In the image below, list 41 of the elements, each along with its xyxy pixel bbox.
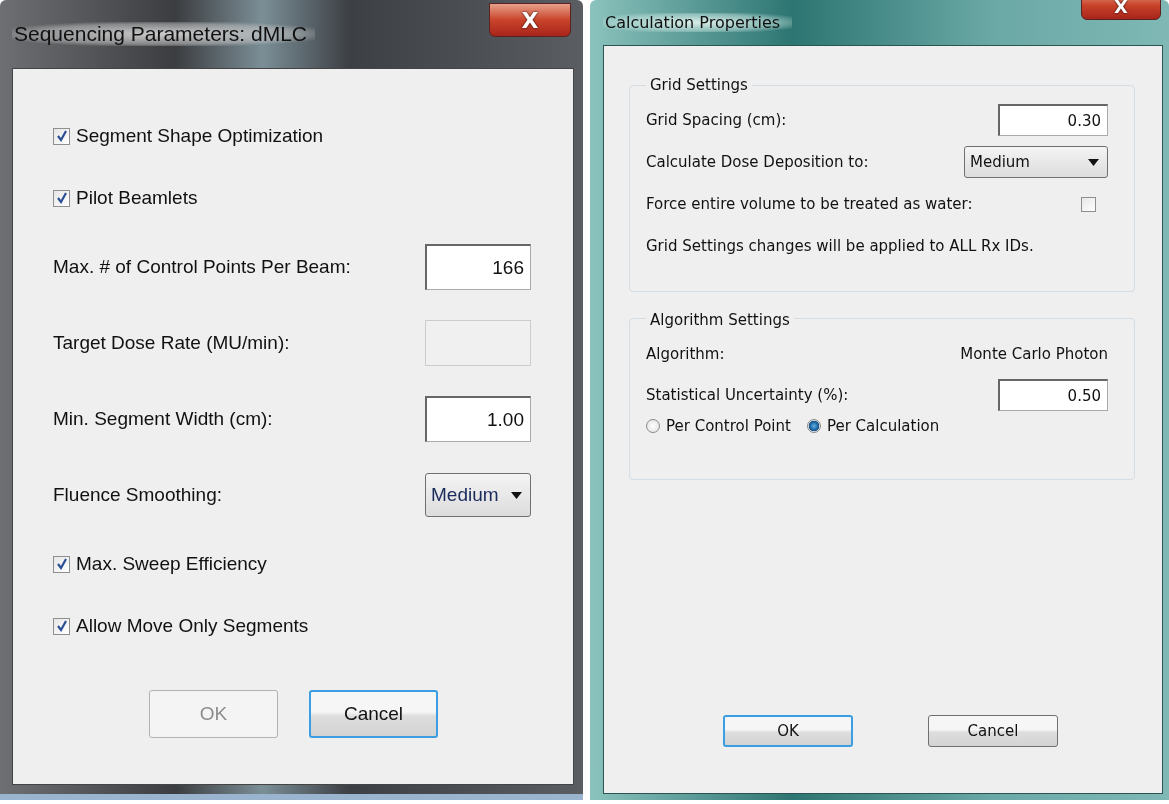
checkbox[interactable] [53,555,70,573]
checkbox-label: Max. Sweep Efficiency [76,553,267,575]
caret-icon [511,491,522,499]
checkbox[interactable] [53,127,70,145]
group-title: Algorithm Settings [646,311,794,329]
checkbox[interactable] [53,617,70,635]
checkbox[interactable] [1081,196,1096,212]
input-field[interactable]: 0.30 [998,104,1108,136]
field-label: Grid Spacing (cm): [646,111,787,129]
window-title: Sequencing Parameters: dMLC [12,22,315,46]
input-field[interactable]: 166 [425,244,531,290]
field-label: Fluence Smoothing: [53,484,222,506]
radio-button[interactable] [646,419,660,433]
field-label: Target Dose Rate (MU/min): [53,332,290,354]
radio-label: Per Control Point [666,417,791,435]
group-title: Grid Settings [646,76,752,94]
default-button[interactable]: OK [723,715,853,747]
note-text: Grid Settings changes will be applied to ALL Rx IDs. [646,237,1034,255]
checkbox-label: Allow Move Only Segments [76,615,309,637]
input-field[interactable]: 1.00 [425,396,531,442]
field-label: Calculate Dose Deposition to: [646,153,869,171]
close-button[interactable]: X [489,3,571,37]
field-label: Min. Segment Width (cm): [53,408,273,430]
radio-button[interactable] [806,419,821,433]
field-label: Statistical Uncertainty (%): [646,386,849,404]
radio-label: Per Calculation [826,417,940,435]
checkbox-label: Force entire volume to be treated as water: [646,195,973,213]
window-title: Calculation Properties [603,13,793,32]
checkbox[interactable] [53,189,70,207]
input-field[interactable]: 0.50 [998,379,1108,411]
dropdown[interactable]: Medium [964,146,1108,178]
checkbox-label: Pilot Beamlets [76,187,198,209]
dialog-button[interactable]: Cancel [928,715,1058,747]
field-label: Algorithm: [646,345,725,363]
close-button[interactable]: X [1081,0,1161,20]
field-label: Max. # of Control Points Per Beam: [53,256,351,278]
caret-icon [1088,158,1099,166]
default-button[interactable]: Cancel [309,690,438,738]
value-text: Monte Carlo Photon [960,345,1108,363]
checkbox-label: Segment Shape Optimization [76,125,324,147]
dropdown[interactable]: Medium [425,473,531,517]
